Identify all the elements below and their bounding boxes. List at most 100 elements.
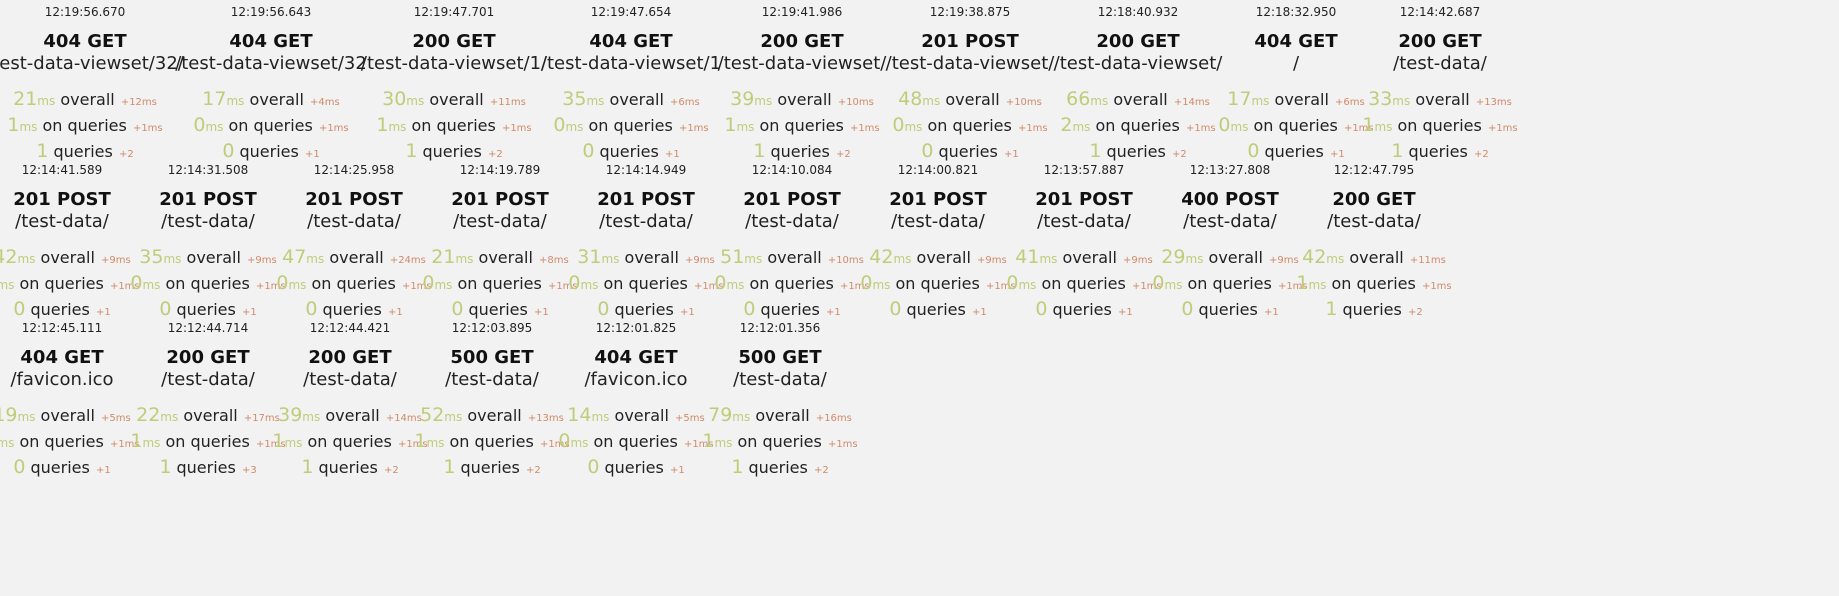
request-card[interactable]: 12:19:47.701 200 GET /test-data-viewset/…: [354, 2, 554, 166]
on-queries-label: on queries: [1253, 116, 1338, 135]
query-time-unit: ms: [142, 278, 161, 292]
request-path: /test-data/: [733, 369, 827, 390]
request-card[interactable]: 12:12:01.356 500 GET /test-data/ 79ms ov…: [680, 318, 880, 482]
overall-time-stat: 17ms overall +4ms: [171, 88, 371, 114]
request-card[interactable]: 12:19:56.670 404 GET /test-data-viewset/…: [0, 2, 185, 166]
query-time-unit: ms: [388, 120, 407, 134]
status-code: 201: [1035, 189, 1073, 210]
query-time-unit: ms: [872, 278, 891, 292]
query-count-value: 0: [582, 140, 595, 162]
overall-label: overall: [767, 248, 822, 267]
http-method: POST: [349, 189, 403, 210]
query-count-value: 0: [921, 140, 934, 162]
overall-time-value: 33: [1368, 88, 1393, 110]
query-time-unit: ms: [580, 278, 599, 292]
overall-time-stat: 79ms overall +16ms: [680, 404, 880, 430]
status-code: 404: [20, 347, 58, 368]
status-code: 404: [229, 31, 267, 52]
overall-time-value: 39: [278, 404, 303, 426]
query-count-value: 1: [753, 140, 766, 162]
overall-time-value: 42: [869, 246, 894, 268]
overall-time-unit: ms: [306, 252, 325, 266]
on-queries-label: on queries: [457, 274, 542, 293]
query-time-stat: 1ms on queries +1ms: [354, 114, 554, 140]
overall-time-value: 19: [0, 404, 18, 426]
query-time-unit: ms: [565, 120, 584, 134]
query-time-stat: 1ms on queries +1ms: [1274, 272, 1474, 298]
request-status-method: 404 GET: [171, 31, 371, 53]
http-method: GET: [456, 31, 496, 52]
on-queries-label: on queries: [228, 116, 313, 135]
request-path: /test-data/: [1327, 211, 1421, 232]
http-method: GET: [273, 31, 313, 52]
request-card[interactable]: 12:19:47.654 404 GET /test-data-viewset/…: [531, 2, 731, 166]
status-code: 201: [305, 189, 343, 210]
status-code: 200: [1332, 189, 1370, 210]
http-method: GET: [64, 347, 104, 368]
overall-time-unit: ms: [586, 94, 605, 108]
query-time-value: 1: [724, 114, 737, 136]
query-time-stat: 1ms on queries +1ms: [680, 430, 880, 456]
request-stats: 42ms overall +11ms 1ms on queries +1ms 1…: [1274, 246, 1474, 324]
overall-time-delta: +12ms: [120, 97, 157, 108]
on-queries-label: on queries: [1041, 274, 1126, 293]
query-count-value: 0: [1247, 140, 1260, 162]
overall-time-unit: ms: [893, 252, 912, 266]
query-time-delta: +1ms: [501, 123, 532, 134]
http-method: POST: [787, 189, 841, 210]
overall-label: overall: [614, 406, 669, 425]
query-time-value: 0: [422, 272, 435, 294]
request-card[interactable]: 12:12:47.795 200 GET /test-data/ 42ms ov…: [1274, 160, 1474, 324]
on-queries-label: on queries: [42, 116, 127, 135]
query-count-delta: +2: [1171, 149, 1187, 160]
status-code: 201: [597, 189, 635, 210]
overall-time-unit: ms: [37, 94, 56, 108]
status-code: 201: [921, 31, 959, 52]
overall-time-value: 39: [730, 88, 755, 110]
overall-time-stat: 21ms overall +12ms: [0, 88, 185, 114]
overall-time-value: 35: [139, 246, 164, 268]
queries-label: queries: [1342, 300, 1402, 319]
request-card[interactable]: 12:14:42.687 200 GET /test-data/ 33ms ov…: [1340, 2, 1540, 166]
overall-time-unit: ms: [732, 410, 751, 424]
request-card[interactable]: 12:19:56.643 404 GET /test-data-viewset/…: [171, 2, 371, 166]
overall-time-unit: ms: [163, 252, 182, 266]
query-count-value: 1: [36, 140, 49, 162]
query-count-value: 0: [597, 298, 610, 320]
query-count-delta: +2: [1473, 149, 1489, 160]
query-count-delta: +1: [1003, 149, 1019, 160]
query-count-value: 0: [1181, 298, 1194, 320]
overall-time-delta: +11ms: [489, 97, 526, 108]
query-time-unit: ms: [1374, 120, 1393, 134]
request-timestamp: 12:19:56.670: [44, 5, 126, 19]
request-stats: 21ms overall +12ms 1ms on queries +1ms 1…: [0, 88, 185, 166]
status-code: 200: [1398, 31, 1436, 52]
http-method: POST: [965, 31, 1019, 52]
request-timestamp: 12:14:42.687: [1399, 5, 1481, 19]
query-count-value: 1: [301, 456, 314, 478]
on-queries-label: on queries: [165, 274, 250, 293]
status-code: 201: [451, 189, 489, 210]
queries-label: queries: [1106, 142, 1166, 161]
http-method: GET: [633, 31, 673, 52]
overall-label: overall: [624, 248, 679, 267]
http-method: GET: [782, 347, 822, 368]
queries-label: queries: [176, 458, 236, 477]
overall-label: overall: [478, 248, 533, 267]
on-queries-label: on queries: [165, 432, 250, 451]
status-code: 200: [412, 31, 450, 52]
overall-time-unit: ms: [922, 94, 941, 108]
request-status-method: 200 GET: [1340, 31, 1540, 53]
query-count-value: 0: [159, 298, 172, 320]
on-queries-label: on queries: [603, 274, 688, 293]
queries-label: queries: [1198, 300, 1258, 319]
overall-time-unit: ms: [160, 410, 179, 424]
request-stats: 79ms overall +16ms 1ms on queries +1ms 1…: [680, 404, 880, 482]
query-time-unit: ms: [0, 278, 15, 292]
request-stats: 17ms overall +4ms 0ms on queries +1ms 0 …: [171, 88, 371, 166]
request-status-method: 200 GET: [1274, 189, 1474, 211]
query-time-stat: 0ms on queries +1ms: [171, 114, 371, 140]
on-queries-label: on queries: [593, 432, 678, 451]
overall-label: overall: [40, 406, 95, 425]
overall-label: overall: [325, 406, 380, 425]
